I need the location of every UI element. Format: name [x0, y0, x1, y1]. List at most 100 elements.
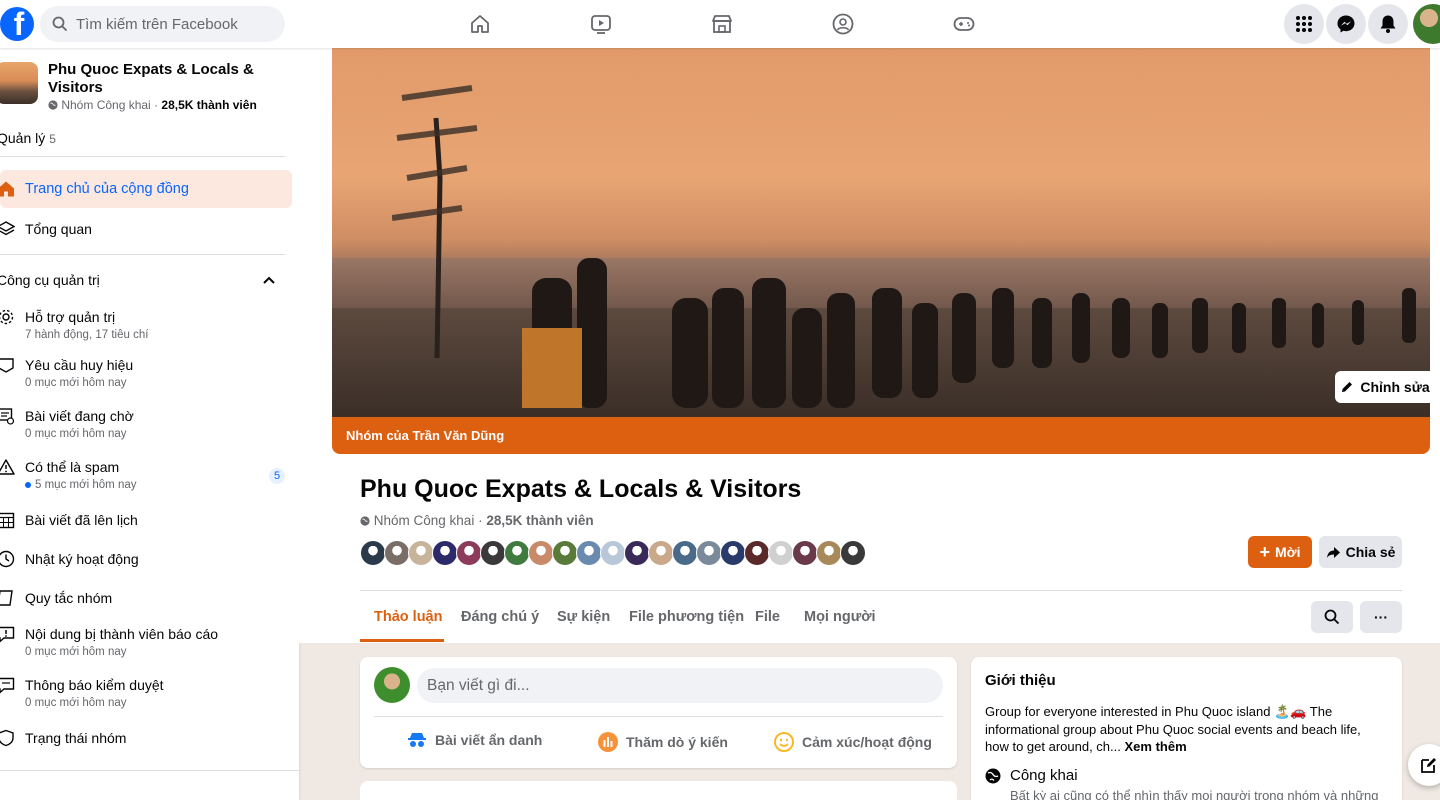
cover-photo[interactable]: Chỉnh sửa — [332, 48, 1430, 417]
manage-section[interactable]: Quản lý 5 — [0, 130, 56, 146]
public-label: Công khai — [1010, 767, 1078, 784]
sidebar-item-label: Nội dung bị thành viên báo cáo — [25, 626, 219, 642]
tab-files[interactable]: File — [755, 609, 780, 625]
tab-media[interactable]: File phương tiện — [629, 609, 744, 625]
top-navigation-bar: f — [0, 0, 1440, 48]
member-avatar[interactable] — [816, 540, 842, 566]
globe-icon — [985, 768, 1001, 783]
tab-featured[interactable]: Đáng chú ý — [461, 609, 539, 625]
sidebar-item-member-reported[interactable]: Nội dung bị thành viên báo cáo 0 mục mới … — [0, 625, 292, 660]
marketplace-icon[interactable] — [710, 12, 734, 36]
tab-events[interactable]: Sự kiện — [557, 609, 610, 625]
sidebar-item-text: Yêu cầu huy hiệu 0 mục mới hôm nay — [25, 356, 133, 391]
sidebar-item-sub: 7 hành động, 17 tiêu chí — [25, 329, 149, 341]
member-avatar[interactable] — [600, 540, 626, 566]
anonymous-post-label: Bài viết ẩn danh — [435, 732, 543, 748]
group-title[interactable]: Phu Quoc Expats & Locals & Visitors — [360, 475, 801, 504]
member-avatar[interactable] — [480, 540, 506, 566]
member-avatar[interactable] — [384, 540, 410, 566]
tab-discussion[interactable]: Thảo luận — [374, 609, 442, 625]
group-owner-bar[interactable]: Nhóm của Trần Văn Dũng — [332, 417, 1430, 454]
member-avatar[interactable] — [528, 540, 554, 566]
facebook-logo[interactable]: f — [0, 7, 34, 41]
member-avatar[interactable] — [624, 540, 650, 566]
member-avatar[interactable] — [672, 540, 698, 566]
member-avatar[interactable] — [648, 540, 674, 566]
gaming-icon[interactable] — [952, 12, 976, 36]
bell-icon[interactable] — [1368, 4, 1408, 44]
sidebar-item-possible-spam[interactable]: Có thể là spam 5 mục mới hôm nay — [0, 458, 292, 493]
member-avatar[interactable] — [696, 540, 722, 566]
sidebar-item-label: Bài viết đã lên lịch — [25, 512, 138, 528]
search-box[interactable] — [40, 6, 285, 42]
sidebar-item-admin-assist[interactable]: Hỗ trợ quản trị 7 hành động, 17 tiêu chí — [0, 308, 292, 343]
tab-people[interactable]: Mọi người — [804, 609, 876, 625]
avatar[interactable] — [374, 667, 410, 703]
messenger-icon[interactable] — [1326, 4, 1366, 44]
spam-count-badge: 5 — [269, 468, 285, 484]
member-avatar[interactable] — [792, 540, 818, 566]
search-input[interactable] — [76, 15, 266, 33]
sidebar-item-moderation-alerts[interactable]: Thông báo kiểm duyệt 0 mục mới hôm nay — [0, 676, 292, 711]
smiley-icon — [774, 732, 794, 752]
member-avatar[interactable] — [408, 540, 434, 566]
group-privacy: Nhóm Công khai — [61, 98, 151, 112]
rules-icon — [0, 590, 13, 606]
sidebar-item-pending-posts[interactable]: Bài viết đang chờ 0 mục mới hôm nay — [0, 407, 292, 442]
sidebar-item-community-home[interactable]: Trang chủ của cộng đồng — [0, 170, 292, 208]
groups-icon[interactable] — [831, 12, 855, 36]
member-avatar[interactable] — [720, 540, 746, 566]
sidebar-item-text: Nội dung bị thành viên báo cáo 0 mục mới … — [25, 625, 218, 660]
poll-button[interactable]: Thăm dò ý kiến — [598, 732, 728, 752]
member-avatar[interactable] — [744, 540, 770, 566]
anonymous-post-button[interactable]: Bài viết ẩn danh — [407, 732, 542, 748]
new-message-button[interactable] — [1408, 744, 1440, 786]
new-dot-icon — [25, 481, 31, 488]
member-avatar[interactable] — [768, 540, 794, 566]
group-member-count[interactable]: 28,5K thành viên — [486, 513, 593, 528]
sidebar-item-sub-text: 5 mục mới hôm nay — [35, 479, 137, 491]
sidebar-item-overview[interactable]: Tổng quan — [0, 220, 292, 238]
sidebar-item-scheduled-posts[interactable]: Bài viết đã lên lịch — [0, 511, 292, 529]
sidebar-item-activity-log[interactable]: Nhật ký hoạt động — [0, 550, 292, 568]
sidebar-item-group-status[interactable]: Trạng thái nhóm — [0, 729, 292, 747]
sidebar-item-group-rules[interactable]: Quy tắc nhóm — [0, 589, 292, 607]
warning-icon — [0, 459, 15, 475]
tabs-divider — [360, 590, 1402, 591]
member-avatar[interactable] — [360, 540, 386, 566]
gear-icon — [0, 309, 14, 325]
see-more-link[interactable]: Xem thêm — [1125, 739, 1187, 754]
manage-count: 5 — [49, 132, 56, 146]
sidebar-item-sub: 0 mục mới hôm nay — [25, 428, 127, 440]
video-icon[interactable] — [589, 12, 613, 36]
home-icon[interactable] — [468, 12, 492, 36]
home-icon — [0, 181, 14, 197]
profile-avatar[interactable] — [1413, 4, 1440, 44]
group-thumbnail[interactable] — [0, 62, 38, 104]
member-avatar[interactable] — [552, 540, 578, 566]
about-public-row: Công khai — [985, 767, 1078, 784]
more-options-button[interactable]: ··· — [1360, 601, 1402, 633]
member-avatar[interactable] — [456, 540, 482, 566]
edit-cover-button[interactable]: Chỉnh sửa — [1335, 371, 1430, 403]
public-description: Bất kỳ ai cũng có thể nhìn thấy mọi ngườ… — [1010, 788, 1379, 800]
sidebar-item-sub: 0 mục mới hôm nay — [25, 646, 127, 658]
invite-button[interactable]: + Mời — [1248, 536, 1312, 568]
share-button[interactable]: Chia sẻ — [1319, 536, 1402, 568]
menu-grid-icon[interactable] — [1284, 4, 1324, 44]
member-avatars[interactable] — [360, 540, 866, 566]
sidebar-item-text: Bài viết đang chờ 0 mục mới hôm nay — [25, 407, 134, 442]
post-input[interactable]: Bạn viết gì đi... — [417, 668, 943, 703]
chevron-up-icon[interactable] — [262, 275, 276, 285]
sidebar-item-label: Thông báo kiểm duyệt — [25, 677, 164, 693]
sidebar-item-badge-requests[interactable]: Yêu cầu huy hiệu 0 mục mới hôm nay — [0, 356, 292, 391]
member-avatar[interactable] — [576, 540, 602, 566]
group-search-button[interactable] — [1311, 601, 1353, 633]
feeling-activity-button[interactable]: Cảm xúc/hoạt động — [774, 732, 932, 752]
member-avatar[interactable] — [504, 540, 530, 566]
compose-icon — [1421, 758, 1436, 773]
admin-tools-header[interactable]: Công cụ quản trị — [0, 272, 100, 288]
member-avatar[interactable] — [840, 540, 866, 566]
member-avatar[interactable] — [432, 540, 458, 566]
sidebar-group-name[interactable]: Phu Quoc Expats & Locals & Visitors — [48, 61, 278, 97]
